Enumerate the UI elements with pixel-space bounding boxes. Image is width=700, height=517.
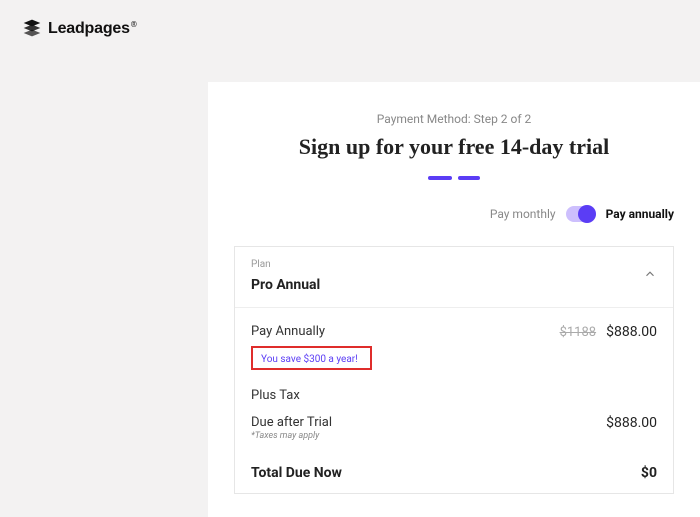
current-price: $888.00	[606, 324, 657, 340]
original-price: $1188	[560, 325, 597, 340]
total-row: Total Due Now $0	[251, 453, 657, 493]
row-label: Plus Tax	[251, 388, 300, 403]
progress-segment	[458, 176, 480, 180]
pay-monthly-label[interactable]: Pay monthly	[490, 207, 556, 221]
page-title: Sign up for your free 14-day trial	[234, 134, 674, 160]
checkout-card: Payment Method: Step 2 of 2 Sign up for …	[208, 82, 700, 517]
leadpages-logo-icon	[22, 18, 42, 38]
app-header: Leadpages®	[0, 0, 700, 48]
plan-name: Pro Annual	[251, 277, 320, 293]
step-indicator: Payment Method: Step 2 of 2	[234, 112, 674, 126]
taxes-note: *Taxes may apply	[251, 431, 332, 441]
due-after-trial-row: Due after Trial *Taxes may apply $888.00	[251, 415, 657, 453]
plan-box: Plan Pro Annual Pay Annually $1188 $888.…	[234, 246, 674, 494]
chevron-up-icon	[643, 267, 657, 285]
progress-bar	[234, 176, 674, 180]
plus-tax-row: Plus Tax	[251, 376, 657, 415]
progress-segment	[428, 176, 452, 180]
plan-body: Pay Annually $1188 $888.00 You save $300…	[235, 308, 673, 493]
billing-toggle-row: Pay monthly Pay annually	[234, 206, 674, 222]
pay-annually-label[interactable]: Pay annually	[606, 207, 674, 221]
plan-selector[interactable]: Plan Pro Annual	[235, 247, 673, 308]
total-label: Total Due Now	[251, 465, 342, 481]
plan-field-label: Plan	[251, 259, 320, 270]
due-after-trial-value: $888.00	[606, 415, 657, 431]
billing-toggle-switch[interactable]	[566, 206, 596, 222]
savings-highlight: You save $300 a year!	[251, 346, 657, 370]
row-label: Due after Trial	[251, 415, 332, 430]
registered-mark-icon: ®	[131, 20, 137, 29]
total-value: $0	[641, 465, 657, 481]
brand-name: Leadpages®	[48, 18, 137, 38]
row-label: Pay Annually	[251, 324, 325, 339]
savings-text: You save $300 a year!	[261, 354, 358, 365]
